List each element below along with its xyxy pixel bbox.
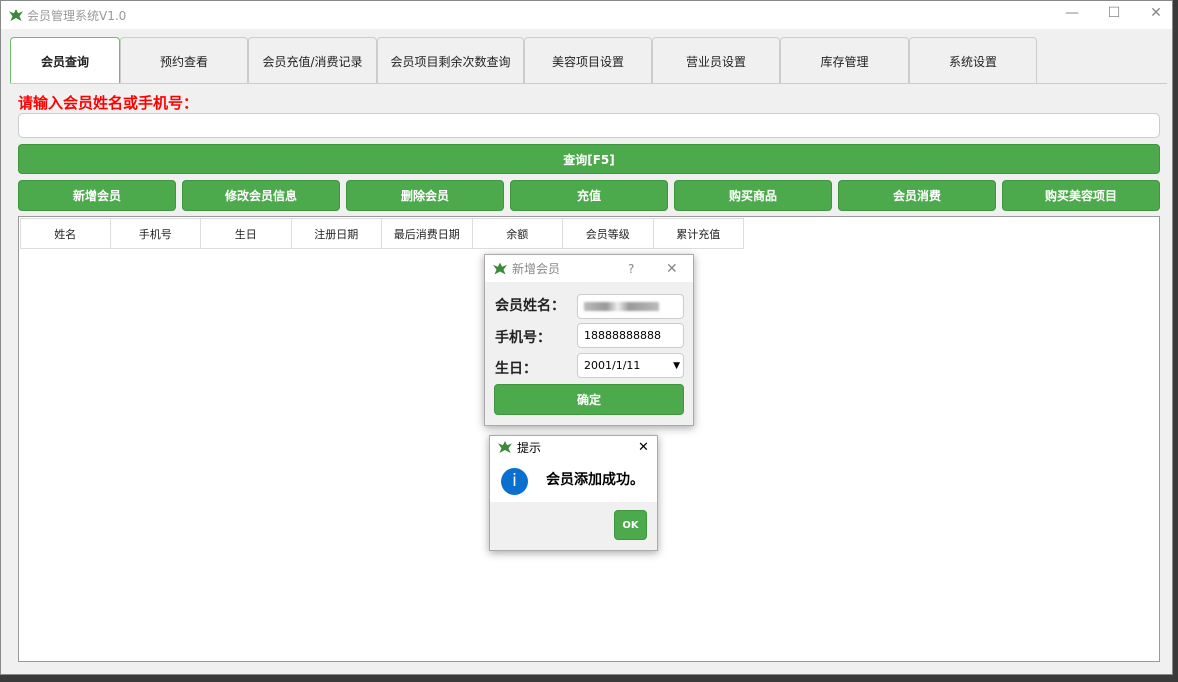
tab-member-query[interactable]: 会员查询 bbox=[10, 37, 120, 84]
search-label: 请输入会员姓名或手机号： bbox=[18, 92, 198, 113]
dialog-title: 提示 bbox=[517, 439, 541, 456]
tab-system-settings[interactable]: 系统设置 bbox=[909, 37, 1037, 84]
recharge-button[interactable]: 充值 bbox=[510, 180, 668, 211]
phone-label: 手机号： bbox=[495, 327, 551, 347]
column-header[interactable]: 会员等级 bbox=[563, 218, 654, 249]
tab-staff[interactable]: 营业员设置 bbox=[652, 37, 780, 84]
add-member-dialog: 新增会员 ? ✕ 会员姓名： 手机号： 18888888888 生日： 2001… bbox=[484, 254, 694, 426]
tab-beauty-items[interactable]: 美容项目设置 bbox=[524, 37, 652, 84]
tab-bar: 会员查询 预约查看 会员充值/消费记录 会员项目剩余次数查询 美容项目设置 营业… bbox=[10, 37, 1037, 84]
buy-goods-button[interactable]: 购买商品 bbox=[674, 180, 832, 211]
birthday-value: 2001/1/11 bbox=[584, 359, 640, 372]
query-button[interactable]: 查询[F5] bbox=[18, 144, 1160, 174]
delete-member-button[interactable]: 删除会员 bbox=[346, 180, 504, 211]
app-logo-icon bbox=[9, 9, 23, 21]
message-dialog: 提示 ✕ i 会员添加成功。 OK bbox=[489, 435, 658, 551]
dialog-title-bar: 提示 ✕ bbox=[490, 436, 657, 458]
buy-beauty-item-button[interactable]: 购买美容项目 bbox=[1002, 180, 1160, 211]
help-button[interactable]: ? bbox=[628, 262, 634, 276]
confirm-button[interactable]: 确定 bbox=[494, 384, 684, 415]
column-header[interactable]: 最后消费日期 bbox=[382, 218, 473, 249]
tab-divider bbox=[10, 83, 1167, 84]
tab-inventory[interactable]: 库存管理 bbox=[780, 37, 909, 84]
column-header[interactable]: 注册日期 bbox=[292, 218, 383, 249]
edit-member-button[interactable]: 修改会员信息 bbox=[182, 180, 340, 211]
blurred-name bbox=[584, 302, 659, 311]
member-consume-button[interactable]: 会员消费 bbox=[838, 180, 996, 211]
phone-input[interactable]: 18888888888 bbox=[577, 323, 684, 348]
message-area: i 会员添加成功。 bbox=[490, 458, 657, 502]
name-label: 会员姓名： bbox=[495, 295, 565, 315]
column-header[interactable]: 手机号 bbox=[111, 218, 202, 249]
window-title: 会员管理系统V1.0 bbox=[27, 7, 126, 24]
dialog-title-bar: 新增会员 ? ✕ bbox=[485, 255, 693, 282]
info-icon: i bbox=[501, 468, 528, 495]
tab-appointments[interactable]: 预约查看 bbox=[120, 37, 248, 84]
column-header[interactable]: 余额 bbox=[473, 218, 564, 249]
dialog-close-button[interactable]: ✕ bbox=[638, 440, 649, 455]
add-member-button[interactable]: 新增会员 bbox=[18, 180, 176, 211]
birthday-datepicker[interactable]: 2001/1/11 ▼ bbox=[577, 353, 684, 378]
column-header[interactable]: 姓名 bbox=[20, 218, 111, 249]
ok-button[interactable]: OK bbox=[614, 510, 647, 540]
title-bar: 会员管理系统V1.0 — ☐ ✕ bbox=[1, 1, 1172, 29]
dialog-title: 新增会员 bbox=[512, 260, 560, 277]
name-input[interactable] bbox=[577, 294, 684, 319]
maximize-button[interactable]: ☐ bbox=[1099, 5, 1129, 21]
table-header: 姓名 手机号 生日 注册日期 最后消费日期 余额 会员等级 累计充值 bbox=[20, 218, 1159, 249]
column-header[interactable]: 生日 bbox=[201, 218, 292, 249]
dropdown-arrow-icon[interactable]: ▼ bbox=[673, 361, 680, 371]
tab-remaining-items[interactable]: 会员项目剩余次数查询 bbox=[377, 37, 524, 84]
column-header[interactable]: 累计充值 bbox=[654, 218, 745, 249]
minimize-button[interactable]: — bbox=[1057, 5, 1087, 21]
app-logo-icon bbox=[493, 263, 507, 275]
search-input[interactable] bbox=[18, 113, 1160, 138]
tab-recharge-records[interactable]: 会员充值/消费记录 bbox=[248, 37, 377, 84]
dialog-close-button[interactable]: ✕ bbox=[666, 261, 678, 277]
close-button[interactable]: ✕ bbox=[1141, 5, 1171, 21]
birthday-label: 生日： bbox=[495, 358, 537, 378]
message-text: 会员添加成功。 bbox=[546, 469, 644, 489]
app-logo-icon bbox=[498, 441, 512, 453]
